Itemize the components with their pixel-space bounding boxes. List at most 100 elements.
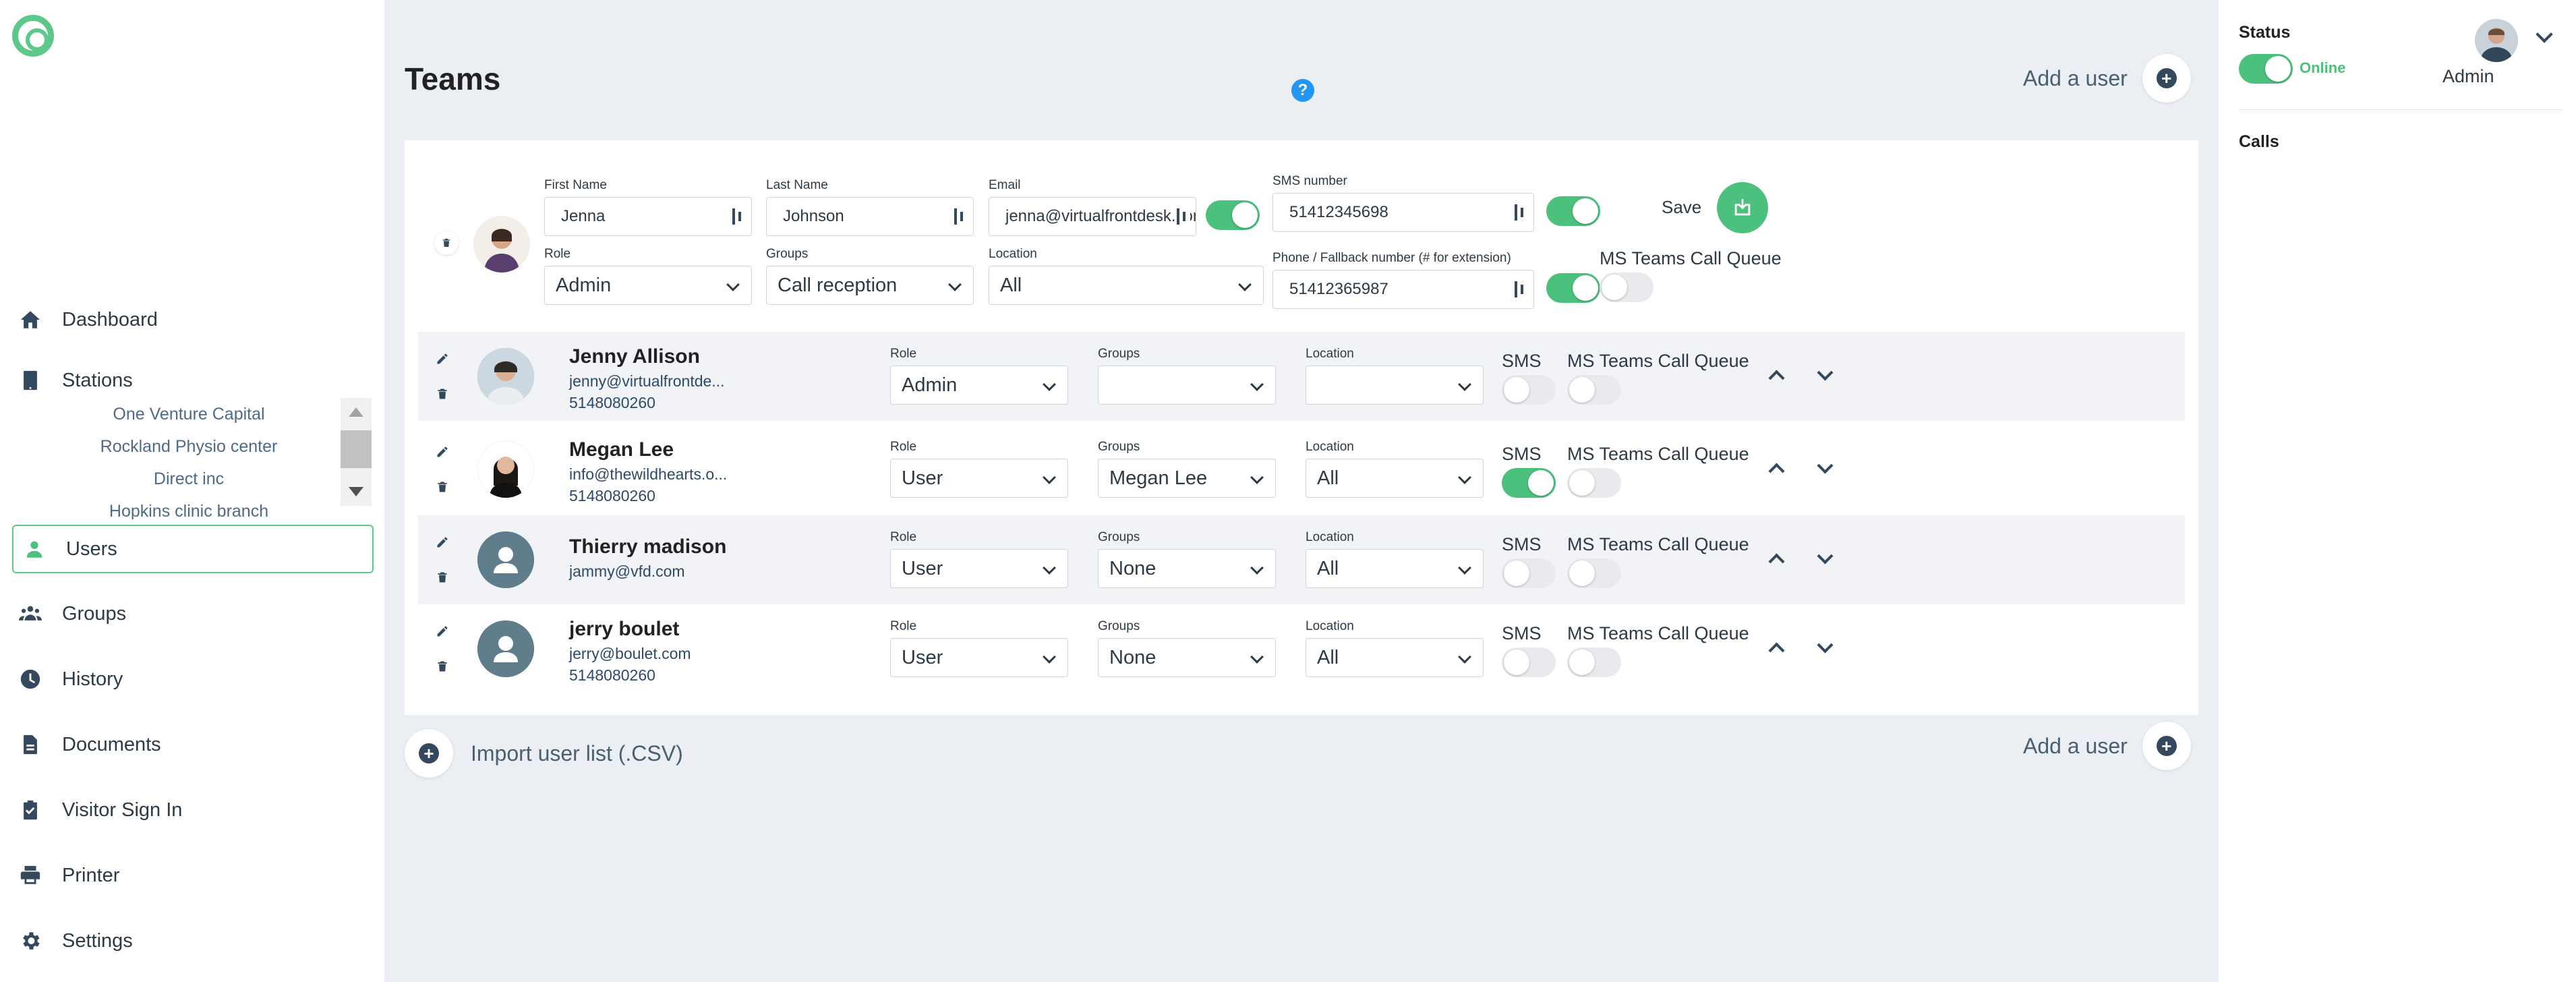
edit-icon[interactable]: [436, 625, 449, 638]
sidebar-item-documents[interactable]: Documents: [19, 724, 370, 765]
sidebar-item-history[interactable]: History: [19, 659, 370, 699]
add-user-button-bottom[interactable]: Add a user +: [2023, 722, 2191, 770]
ms-teams-call-queue-toggle[interactable]: [1567, 468, 1621, 498]
sidebar-item-dashboard[interactable]: Dashboard: [19, 299, 370, 340]
sidebar-item-printer[interactable]: Printer: [19, 855, 370, 896]
scroll-down-arrow-icon[interactable]: [349, 487, 363, 496]
sms-toggle[interactable]: [1502, 647, 1556, 677]
groups-select[interactable]: Call reception: [766, 266, 974, 305]
sidebar-item-label: Users: [66, 538, 117, 560]
user-email: jerry@boulet.com: [569, 645, 691, 662]
stations-scrollbar[interactable]: [341, 398, 372, 506]
sidebar-item-visitor-sign-in[interactable]: Visitor Sign In: [19, 790, 370, 830]
save-button[interactable]: [1717, 182, 1768, 233]
voice-input-icon[interactable]: [1515, 281, 1525, 297]
help-icon[interactable]: ?: [1291, 79, 1314, 102]
role-select[interactable]: Admin: [544, 266, 752, 305]
sms-toggle[interactable]: [1502, 468, 1556, 498]
voice-input-icon[interactable]: [1515, 204, 1525, 221]
role-select[interactable]: User: [890, 549, 1068, 588]
location-label: Location: [1306, 347, 1354, 361]
sms-toggle[interactable]: [1546, 196, 1600, 226]
voice-input-icon[interactable]: [732, 208, 743, 225]
groups-select[interactable]: [1098, 366, 1276, 405]
chevron-down-icon[interactable]: [2534, 27, 2554, 47]
station-item[interactable]: Hopkins clinic branch: [40, 495, 337, 519]
location-select[interactable]: [1306, 366, 1484, 405]
add-circle-icon[interactable]: +: [2142, 54, 2191, 103]
chevron-down-icon[interactable]: [1814, 549, 1834, 569]
phone-field[interactable]: 51412365987: [1272, 270, 1534, 309]
sidebar-item-label: Groups: [62, 602, 127, 625]
scroll-up-arrow-icon[interactable]: [349, 407, 363, 417]
groups-value: None: [1109, 647, 1157, 668]
chevron-down-icon[interactable]: [1814, 366, 1834, 386]
add-circle-icon[interactable]: +: [2142, 722, 2191, 770]
location-select[interactable]: All: [989, 266, 1264, 305]
chevron-up-icon[interactable]: [1765, 366, 1786, 386]
ms-teams-call-queue-toggle[interactable]: [1600, 272, 1653, 302]
delete-user-button[interactable]: [434, 231, 459, 255]
trash-icon[interactable]: [436, 571, 449, 584]
location-select[interactable]: All: [1306, 549, 1484, 588]
role-select[interactable]: User: [890, 459, 1068, 498]
ms-teams-call-queue-toggle[interactable]: [1567, 647, 1621, 677]
avatar: [477, 620, 534, 677]
chevron-up-icon[interactable]: [1765, 459, 1786, 479]
station-item[interactable]: Rockland Physio center: [40, 430, 337, 463]
sms-toggle[interactable]: [1502, 558, 1556, 588]
edit-icon[interactable]: [436, 445, 449, 459]
online-label: Online: [2300, 59, 2346, 76]
groups-select[interactable]: Megan Lee: [1098, 459, 1276, 498]
voice-input-icon[interactable]: [954, 208, 965, 225]
online-status-toggle[interactable]: [2239, 54, 2293, 84]
chevron-down-icon[interactable]: [1814, 459, 1834, 479]
add-user-button-top[interactable]: Add a user +: [2023, 54, 2191, 103]
location-label: Location: [1306, 440, 1354, 454]
edit-icon[interactable]: [436, 352, 449, 366]
sidebar-item-groups[interactable]: Groups: [19, 594, 370, 634]
role-select[interactable]: User: [890, 638, 1068, 677]
sms-toggle[interactable]: [1502, 375, 1556, 405]
scroll-thumb[interactable]: [341, 430, 372, 468]
location-value: All: [1317, 647, 1339, 668]
trash-icon[interactable]: [436, 387, 449, 401]
current-user-avatar[interactable]: [2475, 19, 2518, 62]
role-value: User: [902, 647, 943, 668]
groups-select[interactable]: None: [1098, 638, 1276, 677]
trash-icon[interactable]: [436, 480, 449, 494]
last-name-field[interactable]: Johnson: [766, 197, 974, 236]
voice-input-icon[interactable]: [1175, 208, 1190, 225]
station-item[interactable]: One Venture Capital: [40, 398, 337, 430]
location-select[interactable]: All: [1306, 459, 1484, 498]
email-toggle[interactable]: [1206, 200, 1260, 230]
table-row: Thierry madison jammy@vfd.com Role User …: [418, 515, 2185, 604]
location-select[interactable]: All: [1306, 638, 1484, 677]
ms-teams-call-queue-toggle[interactable]: [1567, 558, 1621, 588]
groups-select[interactable]: None: [1098, 549, 1276, 588]
edit-icon[interactable]: [436, 536, 449, 549]
sidebar-item-stations[interactable]: Stations: [19, 360, 370, 401]
phone-label: Phone / Fallback number (# for extension…: [1272, 251, 1511, 265]
chevron-down-icon[interactable]: [1814, 638, 1834, 658]
user-phone: 5148080260: [569, 487, 655, 504]
import-user-list-button[interactable]: + Import user list (.CSV): [405, 729, 683, 778]
role-select[interactable]: Admin: [890, 366, 1068, 405]
ms-teams-call-queue-toggle[interactable]: [1567, 375, 1621, 405]
sms-number-field[interactable]: 51412345698: [1272, 193, 1534, 232]
sms-label: SMS: [1502, 444, 1542, 464]
sidebar-item-users[interactable]: Users: [12, 525, 374, 573]
email-field[interactable]: jenna@virtualfrontdesk.com: [989, 197, 1196, 236]
station-item[interactable]: Direct inc: [40, 463, 337, 495]
phone-toggle[interactable]: [1546, 273, 1600, 303]
chevron-up-icon[interactable]: [1765, 638, 1786, 658]
role-value: Admin: [902, 374, 958, 396]
app-logo[interactable]: [12, 15, 54, 57]
trash-icon[interactable]: [436, 660, 449, 673]
add-circle-icon[interactable]: +: [405, 729, 453, 778]
first-name-field[interactable]: Jenna: [544, 197, 752, 236]
chevron-up-icon[interactable]: [1765, 549, 1786, 569]
sidebar-item-settings[interactable]: Settings: [19, 921, 370, 961]
role-label: Role: [890, 530, 917, 544]
location-label: Location: [989, 247, 1037, 261]
